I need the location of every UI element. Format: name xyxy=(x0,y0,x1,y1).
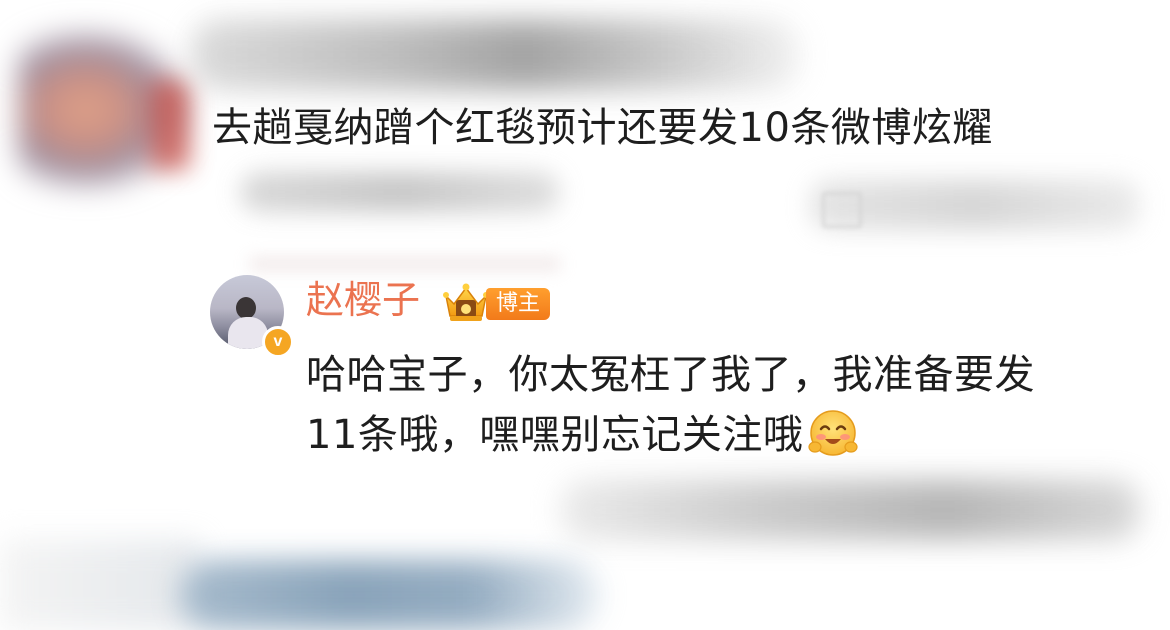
reply-username[interactable]: 赵樱子 xyxy=(306,275,420,325)
crown-icon xyxy=(443,283,489,321)
reply-text-line: 哈哈宝子，你太冤枉了我了，我准备要发 xyxy=(306,352,1035,398)
blurred-commenter-name xyxy=(190,20,800,90)
reply-text: 哈哈宝子，你太冤枉了我了，我准备要发 11条哦，嘿嘿别忘记关注哦 xyxy=(306,345,1126,465)
blogger-badge: 博主 xyxy=(486,288,551,320)
blurred-footer-left xyxy=(0,540,200,630)
blurred-reply-actions xyxy=(560,480,1140,540)
comment-text: 去趟戛纳蹭个红毯预计还要发10条微博炫耀 xyxy=(212,105,993,151)
share-icon[interactable] xyxy=(822,192,862,228)
smile-blush-emoji-icon xyxy=(808,410,859,456)
blurred-footer-bar xyxy=(180,560,600,630)
avatar-figure-head xyxy=(236,297,256,319)
blurred-separator xyxy=(250,258,560,270)
blurred-avatar-accent xyxy=(150,80,190,170)
reply-text-line-2: 11条哦，嘿嘿别忘记关注哦 xyxy=(306,412,804,458)
blurred-comment-meta xyxy=(240,172,560,212)
reply-text-line: 11条哦，嘿嘿别忘记关注哦 xyxy=(306,405,1126,465)
verified-icon: v xyxy=(262,326,294,358)
